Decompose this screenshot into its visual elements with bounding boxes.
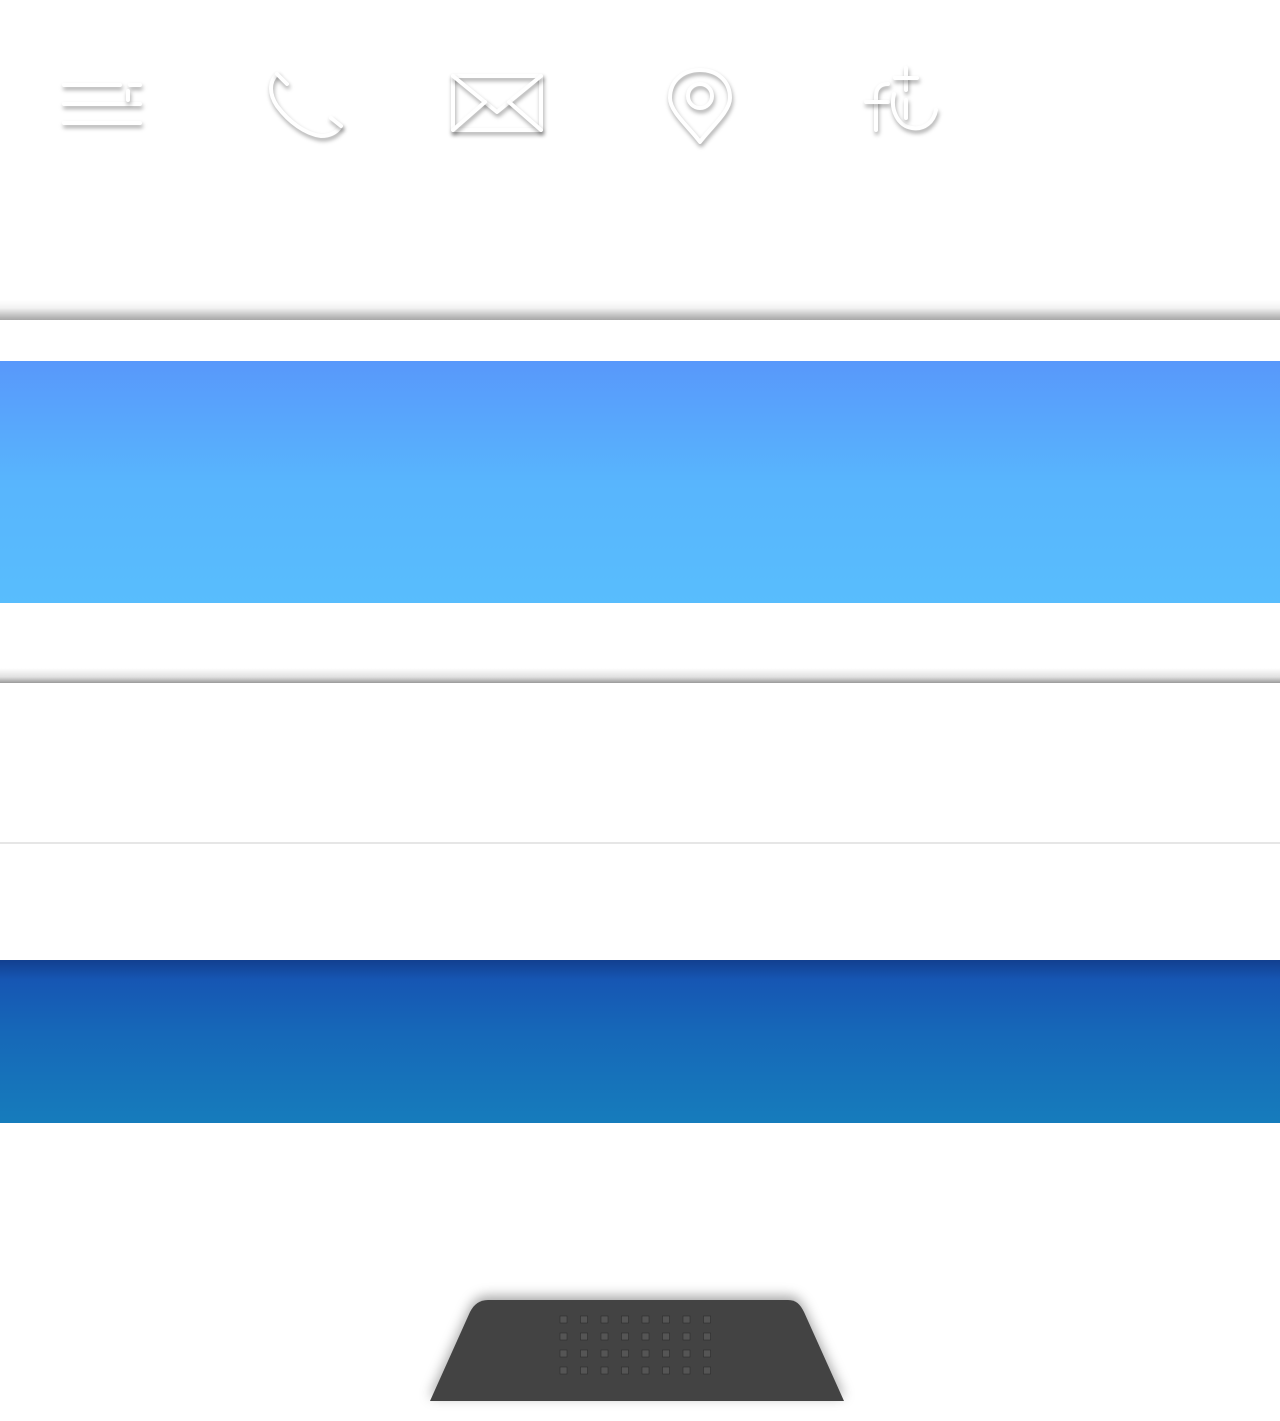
grille-dot [641,1349,650,1358]
mail-button[interactable] [447,60,547,150]
grille-dot [682,1332,691,1341]
grille-dot [641,1315,650,1324]
grille-dot [559,1332,568,1341]
grille-dot [641,1366,650,1375]
section-divider-shadow [0,668,1280,683]
grille-dot [621,1315,629,1324]
menu-button[interactable] [52,60,152,150]
grille-dot [600,1315,609,1324]
grille-dot [580,1315,588,1324]
grille-dot [682,1315,691,1324]
speaker-device[interactable] [426,1300,846,1403]
grille-dot [662,1349,670,1358]
location-pin-icon [668,68,732,144]
grille-dot [600,1349,609,1358]
dark-blue-banner [0,960,1280,1123]
grille-dot [682,1349,691,1358]
top-icon-bar [0,0,1280,210]
grille-dot [703,1332,711,1341]
social-add-icon [864,66,938,132]
grille-dot [621,1332,629,1341]
light-blue-banner [0,361,1280,603]
speaker-grille-icon [430,1300,844,1401]
grille-dot [682,1366,691,1375]
grille-dot [559,1366,568,1375]
phone-button[interactable] [255,60,355,150]
grille-dot [662,1315,670,1324]
grille-dot [662,1332,670,1341]
grille-dot [703,1315,711,1324]
header-divider-shadow [0,300,1280,320]
grille-dot [621,1349,629,1358]
page [0,0,1280,1421]
grille-dot [621,1366,629,1375]
grille-dot [662,1366,670,1375]
location-button[interactable] [650,60,750,150]
grille-dot [600,1366,609,1375]
grille-dot [580,1349,588,1358]
social-button[interactable] [850,60,950,150]
divider-line [0,842,1280,844]
grille-dot [559,1315,568,1324]
grille-dot [580,1366,588,1375]
grille-dot [559,1349,568,1358]
grille-dot [580,1332,588,1341]
phone-icon [269,72,343,138]
grille-dot [641,1332,650,1341]
grille-dot [600,1332,609,1341]
menu-icon [62,83,142,125]
grille-dot [703,1349,711,1358]
grille-dot [703,1366,711,1375]
mail-icon [451,74,543,132]
